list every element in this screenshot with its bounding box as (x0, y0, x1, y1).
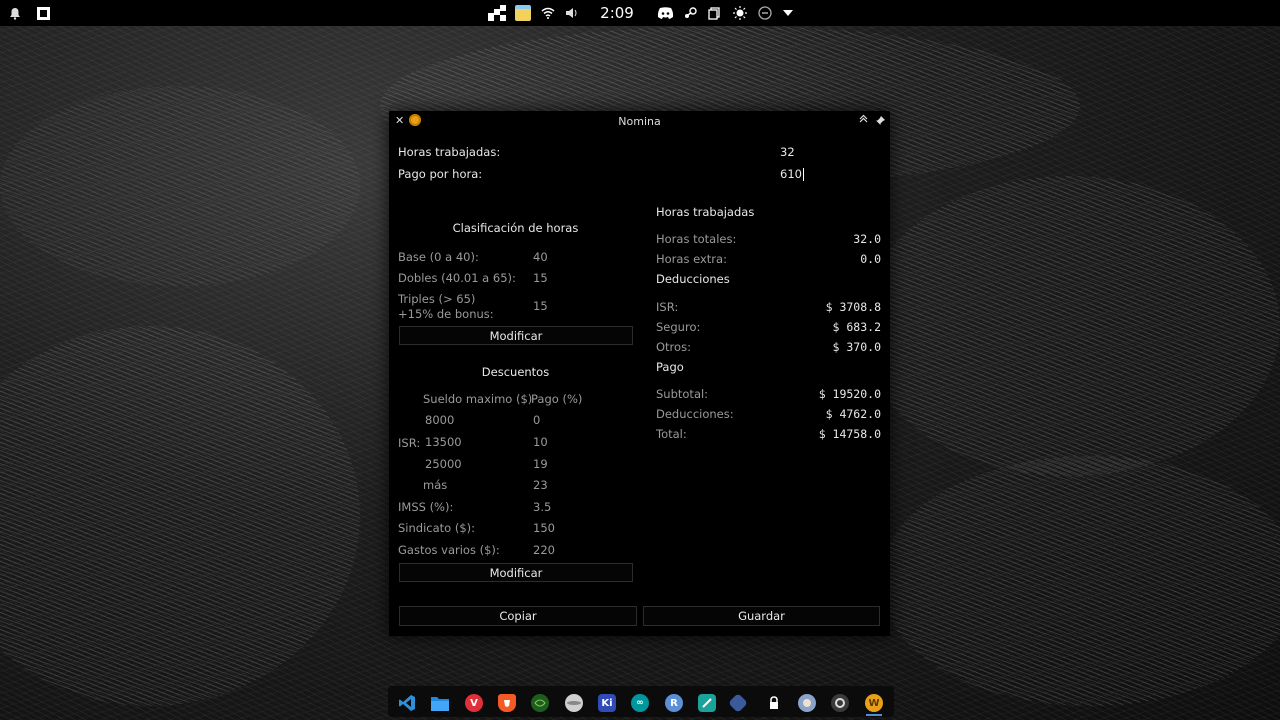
volume-icon[interactable] (563, 0, 581, 26)
wallpaper-wave (0, 326, 360, 706)
clock[interactable]: 2:09 (596, 0, 638, 26)
clipboard-icon[interactable] (705, 0, 723, 26)
isr-pago-1[interactable]: 0 (533, 413, 540, 427)
isr-pago-4[interactable]: 23 (533, 478, 548, 492)
pago-percent-header: Pago (%) (531, 392, 583, 406)
sindicato-value[interactable]: 150 (533, 521, 555, 535)
horas-trabajadas-label: Horas trabajadas: (398, 145, 501, 159)
files-icon[interactable] (431, 694, 449, 712)
dobles-value[interactable]: 15 (533, 271, 548, 285)
discord-icon[interactable] (655, 0, 675, 26)
horas-extra-label: Horas extra: (656, 252, 727, 266)
modificar-horas-button[interactable]: Modificar (399, 326, 633, 345)
modificar-descuentos-button[interactable]: Modificar (399, 563, 633, 582)
copiar-button[interactable]: Copiar (399, 606, 637, 626)
horas-totales-value: 32.0 (853, 232, 881, 246)
window-titlebar[interactable]: ✕ Nomina (389, 111, 890, 131)
total-label: Total: (656, 427, 687, 441)
base-value[interactable]: 40 (533, 250, 548, 264)
disk-icon[interactable] (565, 694, 583, 712)
clasificacion-title: Clasificación de horas (452, 221, 579, 235)
triples-value[interactable]: 15 (533, 299, 548, 313)
avatar-icon[interactable] (798, 694, 816, 712)
wifi-icon[interactable] (539, 0, 557, 26)
horas-trabajadas-input[interactable]: 32 (780, 145, 880, 159)
total-value: $ 14758.0 (818, 427, 881, 441)
active-indicator (866, 714, 882, 716)
seguro-value: $ 683.2 (832, 320, 881, 334)
imss-value[interactable]: 3.5 (533, 500, 551, 514)
nomina-window: ✕ Nomina Horas trabajadas: 32 Pago por h… (389, 111, 890, 636)
xbox-icon[interactable] (531, 694, 549, 712)
seguro-label: Seguro: (656, 320, 701, 334)
pago-deducciones-label: Deducciones: (656, 407, 734, 421)
text-cursor (802, 168, 804, 181)
base-label: Base (0 a 40): (398, 250, 479, 264)
vscode-icon[interactable] (398, 694, 416, 712)
pin-icon[interactable] (876, 114, 885, 128)
window-title: Nomina (618, 115, 661, 128)
gastos-label: Gastos varios ($): (398, 543, 500, 557)
brave-icon[interactable] (498, 694, 516, 712)
keep-above-icon[interactable] (859, 114, 868, 126)
pago-por-hora-label: Pago por hora: (398, 167, 483, 181)
triples-bonus-label: +15% de bonus: (398, 307, 494, 321)
otros-label: Otros: (656, 340, 691, 354)
padlock-icon[interactable] (765, 694, 783, 712)
sindicato-label: Sindicato ($): (398, 521, 476, 535)
isr-max-1[interactable]: 8000 (425, 413, 454, 427)
wallpaper-wave (860, 176, 1280, 476)
window-overview-icon[interactable] (34, 0, 52, 26)
obs-icon[interactable] (831, 694, 849, 712)
gastos-value[interactable]: 220 (533, 543, 555, 557)
vivaldi-icon[interactable]: V (465, 694, 483, 712)
kicad-icon[interactable]: Ki (598, 694, 616, 712)
isr-max-3[interactable]: 25000 (425, 457, 462, 471)
otros-value: $ 370.0 (832, 340, 881, 354)
deduccion-isr-value: $ 3708.8 (825, 300, 881, 314)
chevron-down-icon[interactable] (779, 0, 797, 26)
top-panel: 2:09 (0, 0, 1280, 26)
deducciones-section-title: Deducciones (656, 272, 730, 286)
pago-por-hora-value: 610 (780, 167, 802, 181)
brightness-icon[interactable] (731, 0, 749, 26)
notes-icon[interactable] (514, 0, 532, 26)
checker-icon[interactable] (487, 0, 507, 26)
deduccion-isr-label: ISR: (656, 300, 679, 314)
subtotal-label: Subtotal: (656, 387, 709, 401)
guardar-button[interactable]: Guardar (643, 606, 880, 626)
triples-label: Triples (> 65) (398, 292, 476, 306)
wallpaper-wave (0, 86, 360, 286)
descuentos-title: Descuentos (481, 365, 550, 379)
wallpaper-wave (880, 456, 1280, 706)
isr-pago-3[interactable]: 19 (533, 457, 548, 471)
virtualbox-icon[interactable] (728, 693, 748, 713)
pago-por-hora-input[interactable]: 610 (780, 167, 880, 181)
r-icon[interactable]: R (665, 694, 683, 712)
sueldo-maximo-header: Sueldo maximo ($) (423, 392, 533, 406)
isr-max-4: más (423, 478, 448, 492)
app-icon[interactable] (698, 694, 716, 712)
isr-label: ISR: (398, 436, 421, 450)
subtotal-value: $ 19520.0 (818, 387, 881, 401)
steam-icon[interactable] (681, 0, 699, 26)
isr-pago-2[interactable]: 10 (533, 435, 548, 449)
pago-deducciones-value: $ 4762.0 (825, 407, 881, 421)
do-not-disturb-icon[interactable] (756, 0, 774, 26)
horas-extra-value: 0.0 (860, 252, 881, 266)
dobles-label: Dobles (40.01 a 65): (398, 271, 516, 285)
nomina-icon[interactable]: W (865, 694, 883, 712)
pago-section-title: Pago (656, 360, 684, 374)
bell-icon[interactable] (6, 0, 24, 26)
horas-totales-label: Horas totales: (656, 232, 737, 246)
taskbar-dock: V Ki ∞ R W (388, 686, 894, 717)
isr-max-2[interactable]: 13500 (425, 435, 462, 449)
imss-label: IMSS (%): (398, 500, 454, 514)
arduino-icon[interactable]: ∞ (631, 694, 649, 712)
horas-section-title: Horas trabajadas (656, 205, 755, 219)
